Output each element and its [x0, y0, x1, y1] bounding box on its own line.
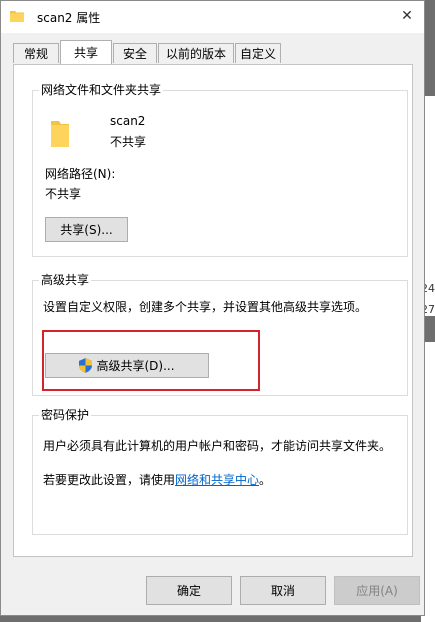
window-title: scan2 属性: [37, 11, 101, 25]
password-description: 用户必须具有此计算机的用户帐户和密码，才能访问共享文件夹。: [43, 439, 392, 453]
close-button[interactable]: ✕: [390, 1, 424, 31]
tab-previous-versions[interactable]: 以前的版本: [158, 43, 234, 63]
close-icon: ✕: [401, 8, 413, 24]
folder-icon: [10, 11, 24, 22]
share-status: 不共享: [110, 135, 147, 149]
cancel-button[interactable]: 取消: [240, 576, 326, 605]
group-title: 密码保护: [39, 407, 92, 423]
network-path-label: 网络路径(N):: [45, 167, 116, 181]
network-path-value: 不共享: [45, 187, 82, 201]
apply-button[interactable]: 应用(A): [334, 576, 420, 605]
ok-button[interactable]: 确定: [146, 576, 232, 605]
change-setting-text: 若要更改此设置，请使用网络和共享中心。: [43, 473, 272, 487]
group-title: 高级共享: [39, 272, 92, 288]
highlight-box: [42, 330, 260, 391]
folder-name: scan2: [110, 114, 146, 128]
tab-general[interactable]: 常规: [13, 43, 59, 63]
share-button[interactable]: 共享(S)...: [45, 217, 128, 242]
tab-security[interactable]: 安全: [113, 43, 157, 63]
tab-customize[interactable]: 自定义: [235, 43, 281, 63]
password-protection-group: 密码保护 用户必须具有此计算机的用户帐户和密码，才能访问共享文件夹。 若要更改此…: [32, 407, 408, 535]
title-bar: scan2 属性 ✕: [1, 1, 424, 33]
sharing-panel: 网络文件和文件夹共享 scan2 不共享 网络路径(N): 不共享 共享(S).…: [13, 64, 413, 557]
properties-dialog: scan2 属性 ✕ 常规 共享 安全 以前的版本 自定义 网络文件和文件夹共享…: [0, 0, 425, 616]
network-sharing-group: 网络文件和文件夹共享 scan2 不共享 网络路径(N): 不共享 共享(S).…: [32, 82, 408, 257]
advanced-sharing-description: 设置自定义权限，创建多个共享，并设置其他高级共享选项。: [43, 300, 368, 314]
group-title: 网络文件和文件夹共享: [39, 82, 164, 98]
folder-icon: [51, 121, 69, 147]
tab-sharing[interactable]: 共享: [60, 40, 112, 64]
network-sharing-center-link[interactable]: 网络和共享中心: [175, 473, 259, 487]
